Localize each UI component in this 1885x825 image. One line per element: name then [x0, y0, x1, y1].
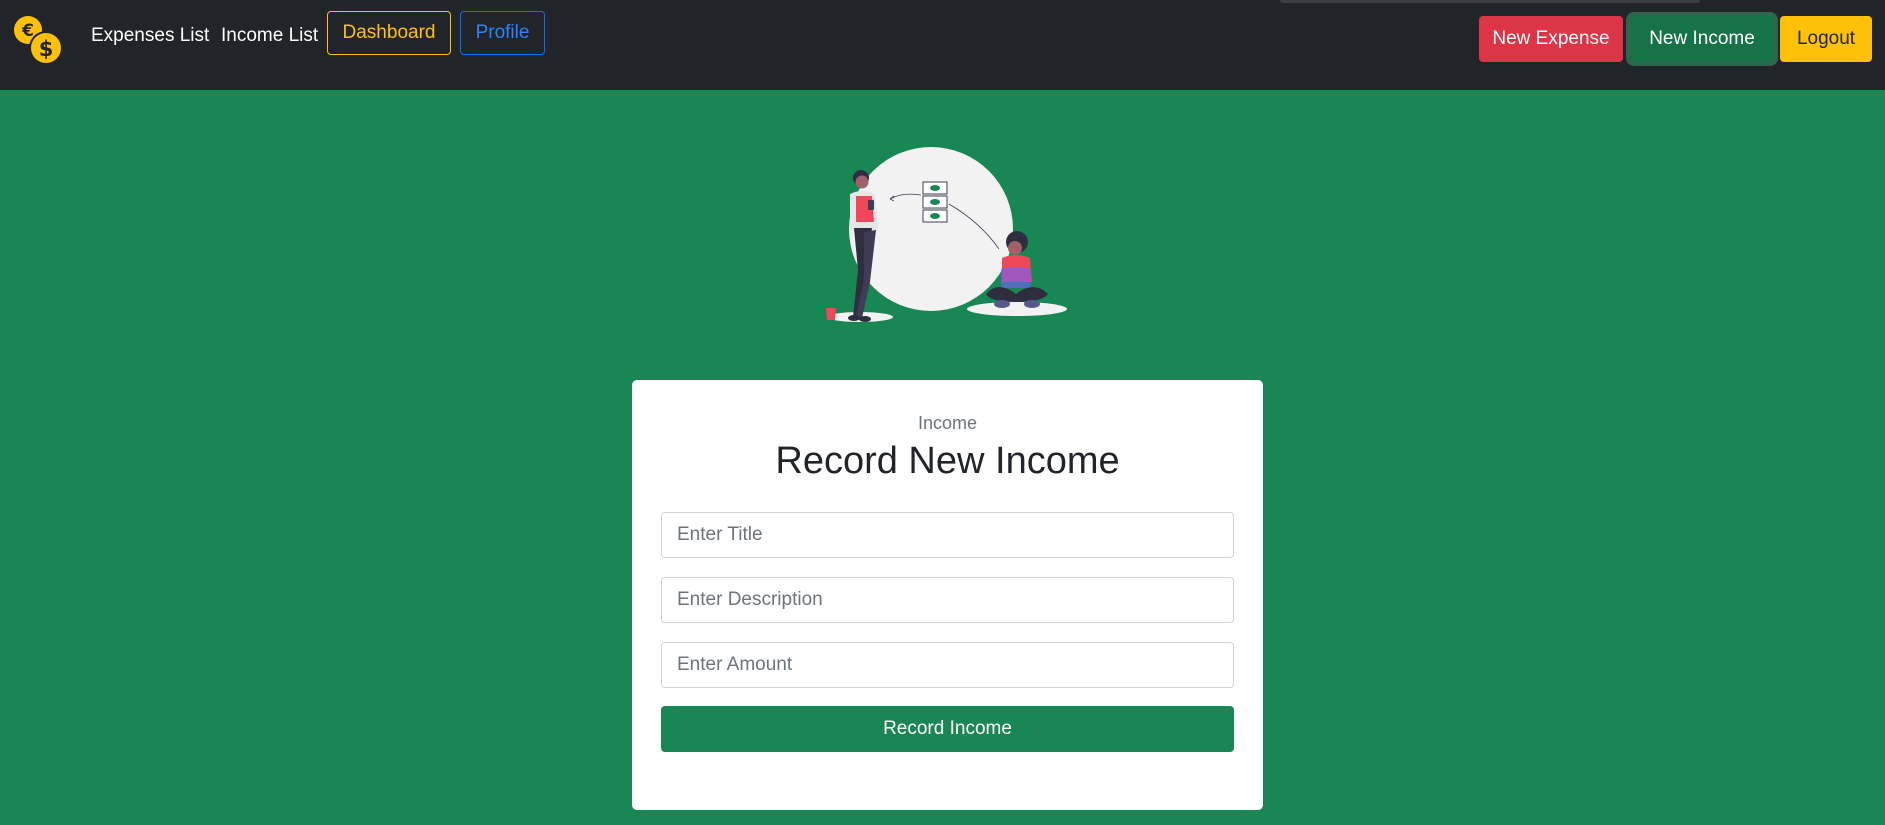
- nav-link-expenses-list[interactable]: Expenses List: [91, 24, 209, 48]
- profile-button[interactable]: Profile: [460, 11, 545, 55]
- card-subtitle: Income: [917, 413, 978, 433]
- description-input[interactable]: [661, 577, 1234, 623]
- record-income-card: Income Record New Income Record Income: [632, 380, 1263, 810]
- nav-link-income-list[interactable]: Income List: [221, 24, 318, 48]
- card-title: Record New Income: [775, 440, 1120, 482]
- coins-euro-dollar-icon[interactable]: € $: [13, 15, 65, 67]
- navbar-top-shadow: [1280, 0, 1700, 3]
- money-transfer-illustration: [826, 147, 1067, 322]
- navbar: € $ Expenses List Income List Dashboard …: [0, 0, 1885, 90]
- new-income-button[interactable]: New Income: [1630, 16, 1774, 62]
- svg-text:€: €: [21, 21, 34, 41]
- new-expense-button[interactable]: New Expense: [1479, 16, 1623, 62]
- logout-button[interactable]: Logout: [1780, 16, 1872, 62]
- dashboard-button[interactable]: Dashboard: [327, 11, 451, 55]
- svg-text:$: $: [39, 37, 54, 61]
- title-input[interactable]: [661, 512, 1234, 558]
- amount-input[interactable]: [661, 642, 1234, 688]
- record-income-button[interactable]: Record Income: [661, 706, 1234, 752]
